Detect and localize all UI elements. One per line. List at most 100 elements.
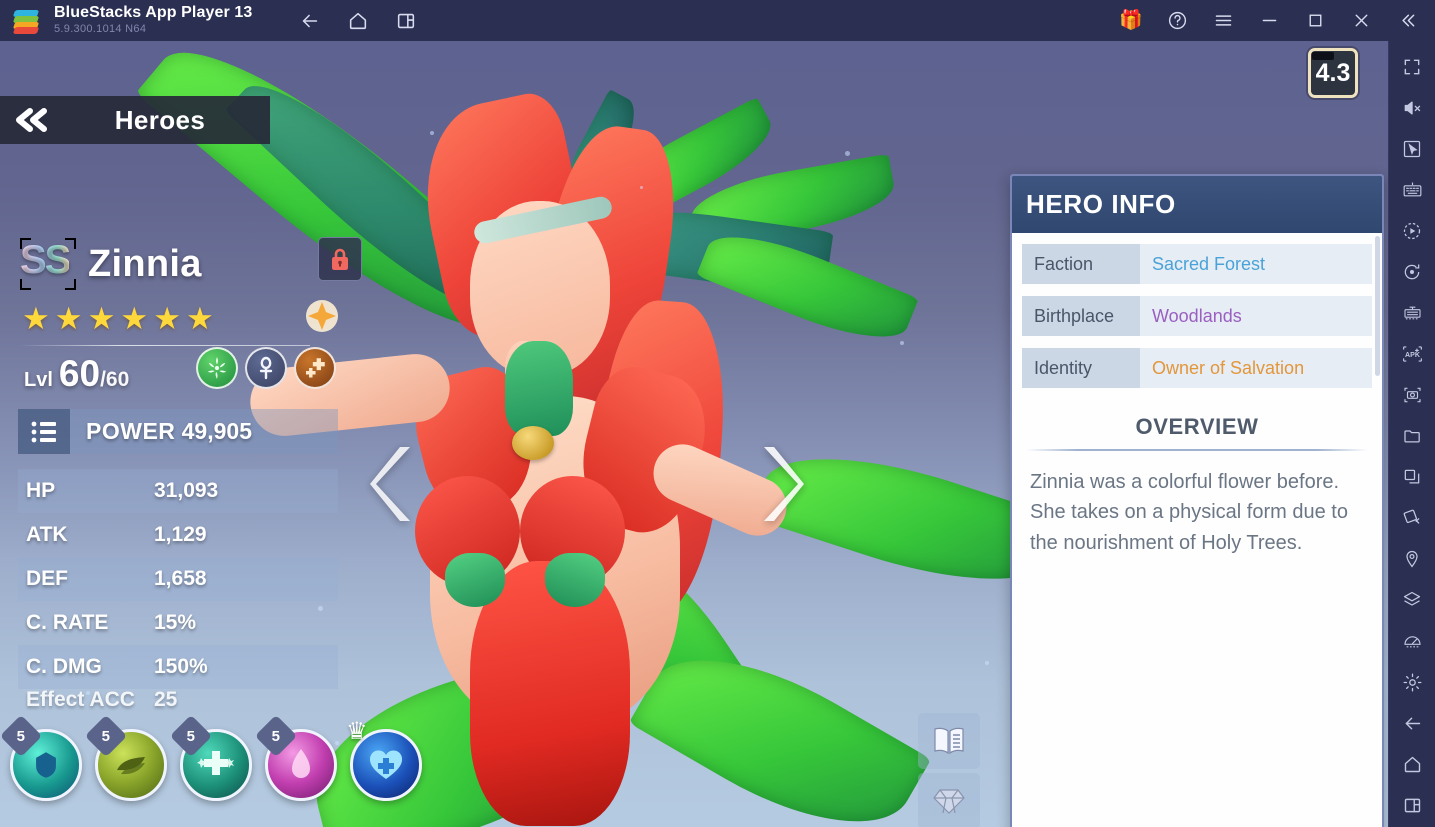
hero-info-title: HERO INFO xyxy=(1026,189,1176,219)
stat-value: 1,129 xyxy=(154,523,207,546)
hero-rank-badge: SS xyxy=(20,238,76,290)
mute-icon[interactable] xyxy=(1392,88,1432,128)
version-badge[interactable]: 4.3 xyxy=(1308,48,1358,98)
stat-value: 1,658 xyxy=(154,567,207,590)
overview-title: OVERVIEW xyxy=(1135,414,1259,439)
back-icon[interactable] xyxy=(298,9,322,33)
hero-info-header: HERO INFO xyxy=(1012,176,1382,233)
stat-key: C. RATE xyxy=(26,611,109,634)
hero-info-panel: HERO INFO Faction Sacred Forest Birthpla… xyxy=(1010,174,1384,827)
gem-button[interactable] xyxy=(918,773,980,827)
stat-row: ATK 1,129 xyxy=(18,513,338,557)
settings-gear-icon[interactable] xyxy=(1392,662,1432,702)
hero-star-rating: ★ ★ ★ ★ ★ ★ xyxy=(22,303,214,334)
recents-icon[interactable] xyxy=(1392,785,1432,825)
star-icon: ★ xyxy=(153,301,181,336)
skill-slot-2[interactable]: 5 xyxy=(84,714,167,801)
hero-badges xyxy=(196,347,336,389)
sync-icon[interactable] xyxy=(1392,252,1432,292)
stat-key: Effect ACC xyxy=(26,689,135,711)
screenshot-icon[interactable] xyxy=(1392,375,1432,415)
layers-icon[interactable] xyxy=(1392,580,1432,620)
info-key: Faction xyxy=(1022,244,1140,284)
fullscreen-icon[interactable] xyxy=(1392,47,1432,87)
skill-level-text: 5 xyxy=(271,727,281,745)
keyboard-icon[interactable] xyxy=(1392,170,1432,210)
power-row[interactable]: POWER 49,905 xyxy=(18,409,338,454)
location-icon[interactable] xyxy=(1392,539,1432,579)
maximize-icon[interactable] xyxy=(1303,9,1327,33)
collapse-sidebar-icon[interactable] xyxy=(1395,9,1419,33)
skill-slot-1[interactable]: 5 xyxy=(0,714,82,801)
back-icon[interactable] xyxy=(1392,703,1432,743)
close-icon[interactable] xyxy=(1349,9,1373,33)
home-icon[interactable] xyxy=(1392,744,1432,784)
skill-slot-4[interactable]: 5 xyxy=(254,714,337,801)
window-titlebar: BlueStacks App Player 13 5.9.300.1014 N6… xyxy=(0,0,1435,41)
svg-text:APK: APK xyxy=(1405,352,1421,359)
stat-row: C. RATE 15% xyxy=(18,601,338,645)
skill-level-text: 5 xyxy=(101,727,111,745)
hero-name: Zinnia xyxy=(88,242,202,285)
minimize-icon[interactable] xyxy=(1257,9,1281,33)
back-button[interactable] xyxy=(0,106,66,134)
skill-level-text: 5 xyxy=(16,727,26,745)
panel-scrollbar[interactable] xyxy=(1375,236,1380,376)
info-row-birthplace: Birthplace Woodlands xyxy=(1022,296,1372,336)
apk-install-icon[interactable]: APK xyxy=(1392,334,1432,374)
app-title: BlueStacks App Player 13 xyxy=(54,4,253,22)
power-label: POWER xyxy=(86,418,176,444)
awaken-sparkle-icon xyxy=(305,299,339,333)
help-icon[interactable] xyxy=(1165,9,1189,33)
performance-icon[interactable] xyxy=(1392,621,1432,661)
menu-icon[interactable] xyxy=(1211,9,1235,33)
macro-play-icon[interactable] xyxy=(1392,211,1432,251)
bluestacks-sidebar: APK xyxy=(1388,41,1435,827)
role-badge-support[interactable] xyxy=(245,347,287,389)
previous-hero-button[interactable] xyxy=(368,445,412,528)
stat-value: 150% xyxy=(154,655,208,678)
gift-icon[interactable]: 🎁 xyxy=(1119,9,1143,33)
info-key: Birthplace xyxy=(1022,296,1140,336)
level-label: Lvl xyxy=(24,369,53,391)
stat-row: C. DMG 150% xyxy=(18,645,338,689)
star-icon: ★ xyxy=(120,301,149,336)
skill-slot-5[interactable]: ♛ xyxy=(346,718,422,801)
stat-key: ATK xyxy=(26,523,68,546)
game-viewport[interactable]: Heroes 4.3 SS Zinnia ★ ★ ★ ★ ★ ★ Lvl 60 … xyxy=(0,41,1388,827)
side-buttons xyxy=(918,713,980,827)
copy-icon[interactable] xyxy=(1392,457,1432,497)
star-icon: ★ xyxy=(87,301,116,336)
multi-instance-icon[interactable] xyxy=(394,9,418,33)
codex-book-button[interactable] xyxy=(918,713,980,769)
class-badge-healer[interactable] xyxy=(294,347,336,389)
rotate-icon[interactable] xyxy=(1392,498,1432,538)
multi-instance-manager-icon[interactable] xyxy=(1392,293,1432,333)
hero-info-rows: Faction Sacred Forest Birthplace Woodlan… xyxy=(1012,233,1382,404)
app-version: 5.9.300.1014 N64 xyxy=(54,23,147,36)
info-value: Sacred Forest xyxy=(1140,244,1372,284)
home-icon[interactable] xyxy=(346,9,370,33)
info-value: Owner of Salvation xyxy=(1140,348,1372,388)
window-controls: 🎁 xyxy=(1119,0,1435,41)
info-value: Woodlands xyxy=(1140,296,1372,336)
skill-slot-3[interactable]: 5 xyxy=(169,714,252,801)
media-folder-icon[interactable] xyxy=(1392,416,1432,456)
star-icon: ★ xyxy=(54,301,83,336)
cursor-icon[interactable] xyxy=(1392,129,1432,169)
next-hero-button[interactable] xyxy=(762,445,806,528)
overview-text: Zinnia was a colorful flower before. She… xyxy=(1030,471,1348,554)
skill-level-text: 5 xyxy=(186,727,196,745)
titlebar-nav-group xyxy=(298,9,418,33)
stat-value: 15% xyxy=(154,611,197,634)
faction-badge-forest[interactable] xyxy=(196,347,238,389)
page-title: Heroes xyxy=(114,104,206,135)
crown-icon: ♛ xyxy=(346,718,368,745)
info-key: Identity xyxy=(1022,348,1140,388)
stat-list: HP 31,093 ATK 1,129 DEF 1,658 C. RATE 15… xyxy=(18,469,338,711)
info-row-identity: Identity Owner of Salvation xyxy=(1022,348,1372,388)
star-icon: ★ xyxy=(185,301,214,336)
stat-key: DEF xyxy=(26,567,68,590)
stat-row: Effect ACC 25 xyxy=(18,689,338,711)
lock-icon[interactable] xyxy=(318,237,362,281)
